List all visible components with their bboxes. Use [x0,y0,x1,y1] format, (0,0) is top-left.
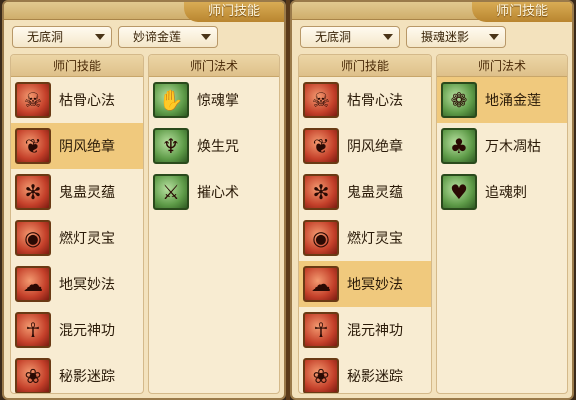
chaos-figure-icon: ☥ [303,312,339,348]
wind-scroll-icon: ❦ [15,128,51,164]
skill-item[interactable]: ☥ 混元神功 [299,307,431,353]
chevron-down-icon [95,34,105,40]
skills-panel-right: 师门技能 无底洞 摄魂迷影 师门技能 ☠ 枯骨心法 ❦ 阴风绝章 ✻ 鬼蛊灵蕴 … [290,0,574,400]
withered-tree-icon: ♣ [441,128,477,164]
spells-column-header: 师门法术 [437,55,567,77]
spell-label: 摧心术 [197,185,239,201]
school-skills-list: 师门技能 ☠ 枯骨心法 ❦ 阴风绝章 ✻ 鬼蛊灵蕴 ◉ 燃灯灵宝 ☁ 地冥妙法 … [298,54,432,394]
skill-item[interactable]: ◉ 燃灯灵宝 [299,215,431,261]
skill-item-selected[interactable]: ❦ 阴风绝章 [11,123,143,169]
spell-label: 惊魂掌 [197,93,239,109]
skill-label: 秘影迷踪 [59,369,115,385]
skill-label: 枯骨心法 [59,93,115,109]
shadow-swirl-icon: ❀ [303,358,339,393]
spell-label: 追魂刺 [485,185,527,201]
spell-label: 地涌金莲 [485,93,541,109]
lamp-coin-icon: ◉ [15,220,51,256]
skill-label: 混元神功 [59,323,115,339]
skill-label: 枯骨心法 [347,93,403,109]
school-spells-list: 师门法术 ❁ 地涌金莲 ♣ 万木凋枯 ♥ 追魂刺 [436,54,568,394]
skill-item[interactable]: ☥ 混元神功 [11,307,143,353]
skill-item[interactable]: ❀ 秘影迷踪 [11,353,143,393]
skill-dropdown-value: 摄魂迷影 [421,30,470,44]
skills-panel-left: 师门技能 无底洞 妙谛金莲 师门技能 ☠ 枯骨心法 ❦ 阴风绝章 ✻ 鬼蛊灵蕴 … [2,0,286,400]
school-dropdown[interactable]: 无底洞 [12,26,112,48]
skill-label: 地冥妙法 [59,277,115,293]
skills-column-header: 师门技能 [299,55,431,77]
underworld-cloud-icon: ☁ [303,266,339,302]
chevron-down-icon [489,34,499,40]
skill-label: 阴风绝章 [59,139,115,155]
skill-label: 秘影迷踪 [347,369,403,385]
spell-item[interactable]: ⚔ 摧心术 [149,169,279,215]
lamp-coin-icon: ◉ [303,220,339,256]
demon-insect-icon: ✻ [303,174,339,210]
skill-item[interactable]: ✻ 鬼蛊灵蕴 [11,169,143,215]
school-skills-list: 师门技能 ☠ 枯骨心法 ❦ 阴风绝章 ✻ 鬼蛊灵蕴 ◉ 燃灯灵宝 ☁ 地冥妙法 … [10,54,144,394]
skill-label: 阴风绝章 [347,139,403,155]
palm-icon: ✋ [153,82,189,118]
skill-label: 鬼蛊灵蕴 [59,185,115,201]
skill-item[interactable]: ❦ 阴风绝章 [299,123,431,169]
school-dropdown[interactable]: 无底洞 [300,26,400,48]
skill-label: 混元神功 [347,323,403,339]
spell-label: 焕生咒 [197,139,239,155]
spells-column-header: 师门法术 [149,55,279,77]
heart-thorn-icon: ♥ [441,174,477,210]
skill-label: 燃灯灵宝 [347,231,403,247]
lotus-icon: ❁ [441,82,477,118]
spell-item-selected[interactable]: ❁ 地涌金莲 [437,77,567,123]
spell-item[interactable]: ♣ 万木凋枯 [437,123,567,169]
skill-item-selected[interactable]: ☁ 地冥妙法 [299,261,431,307]
skill-item[interactable]: ◉ 燃灯灵宝 [11,215,143,261]
skill-item[interactable]: ☁ 地冥妙法 [11,261,143,307]
school-spells-list: 师门法术 ✋ 惊魂掌 ♆ 焕生咒 ⚔ 摧心术 [148,54,280,394]
skill-label: 鬼蛊灵蕴 [347,185,403,201]
skill-item[interactable]: ☠ 枯骨心法 [299,77,431,123]
wind-scroll-icon: ❦ [303,128,339,164]
skull-meditation-icon: ☠ [303,82,339,118]
chevron-down-icon [383,34,393,40]
demon-insect-icon: ✻ [15,174,51,210]
chevron-down-icon [201,34,211,40]
skill-dropdown[interactable]: 摄魂迷影 [406,26,506,48]
skill-item[interactable]: ❀ 秘影迷踪 [299,353,431,393]
skill-item[interactable]: ✻ 鬼蛊灵蕴 [299,169,431,215]
skills-column-header: 师门技能 [11,55,143,77]
panel-title: 师门技能 [184,2,284,22]
skull-meditation-icon: ☠ [15,82,51,118]
panel-title: 师门技能 [472,2,572,22]
heart-crush-icon: ⚔ [153,174,189,210]
rebirth-figure-icon: ♆ [153,128,189,164]
school-dropdown-value: 无底洞 [315,30,352,44]
spell-item[interactable]: ✋ 惊魂掌 [149,77,279,123]
spell-label: 万木凋枯 [485,139,541,155]
spell-item[interactable]: ♥ 追魂刺 [437,169,567,215]
chaos-figure-icon: ☥ [15,312,51,348]
shadow-swirl-icon: ❀ [15,358,51,393]
school-dropdown-value: 无底洞 [27,30,64,44]
skill-dropdown[interactable]: 妙谛金莲 [118,26,218,48]
skill-dropdown-value: 妙谛金莲 [133,30,182,44]
skill-label: 地冥妙法 [347,277,403,293]
skill-label: 燃灯灵宝 [59,231,115,247]
skill-item[interactable]: ☠ 枯骨心法 [11,77,143,123]
spell-item[interactable]: ♆ 焕生咒 [149,123,279,169]
underworld-cloud-icon: ☁ [15,266,51,302]
